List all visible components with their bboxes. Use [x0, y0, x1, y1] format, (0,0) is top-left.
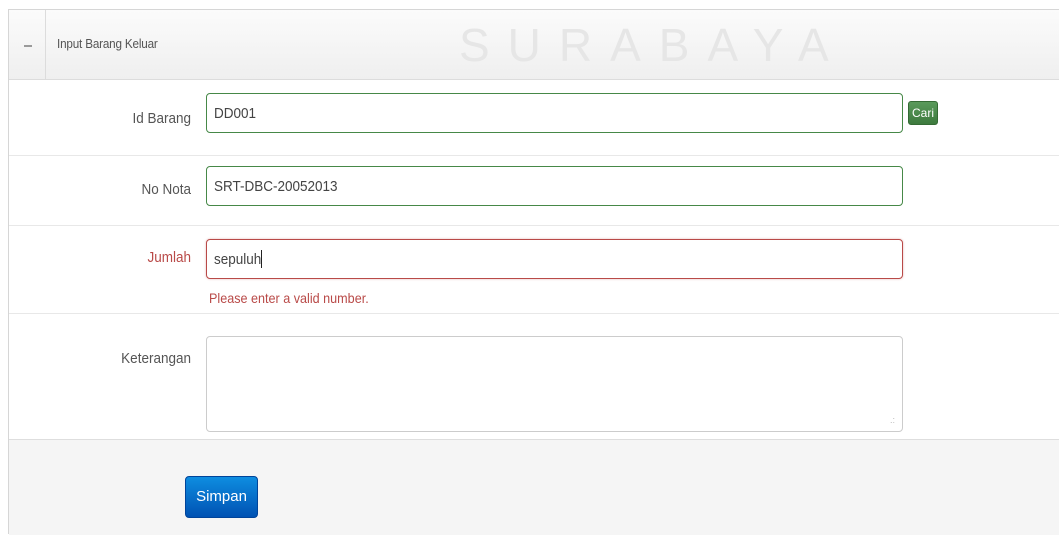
form-row-jumlah: Jumlah sepuluh Please enter a valid numb…	[9, 226, 1059, 314]
jumlah-error-message: Please enter a valid number.	[209, 290, 369, 306]
widget-title: Input Barang Keluar	[57, 36, 158, 51]
cari-button[interactable]: Cari	[908, 101, 938, 125]
minus-icon	[24, 45, 32, 47]
watermark: SURABAYA	[459, 19, 847, 71]
keterangan-label: Keterangan	[121, 350, 191, 367]
resize-grip-icon[interactable]: .:	[890, 416, 895, 425]
widget-header: Input Barang Keluar SURABAYA	[9, 10, 1059, 80]
collapse-toggle[interactable]	[9, 10, 46, 79]
id-barang-value: DD001	[214, 104, 257, 122]
form-row-no-nota: No Nota SRT-DBC-20052013	[9, 156, 1059, 226]
form-actions: Simpan	[9, 440, 1059, 535]
no-nota-value: SRT-DBC-20052013	[214, 177, 338, 195]
no-nota-input[interactable]: SRT-DBC-20052013	[206, 166, 903, 206]
jumlah-value: sepuluh	[214, 250, 262, 268]
keterangan-textarea[interactable]: .:	[206, 336, 903, 432]
jumlah-input[interactable]: sepuluh	[206, 239, 903, 279]
no-nota-label: No Nota	[141, 181, 191, 198]
id-barang-label: Id Barang	[132, 110, 191, 127]
jumlah-label: Jumlah	[147, 249, 191, 266]
simpan-button[interactable]: Simpan	[185, 476, 258, 518]
form-row-id-barang: Id Barang DD001 Cari	[9, 80, 1059, 156]
input-barang-keluar-widget: Input Barang Keluar SURABAYA Id Barang D…	[8, 9, 1059, 535]
id-barang-input[interactable]: DD001	[206, 93, 903, 133]
form-row-keterangan: Keterangan .:	[9, 314, 1059, 440]
